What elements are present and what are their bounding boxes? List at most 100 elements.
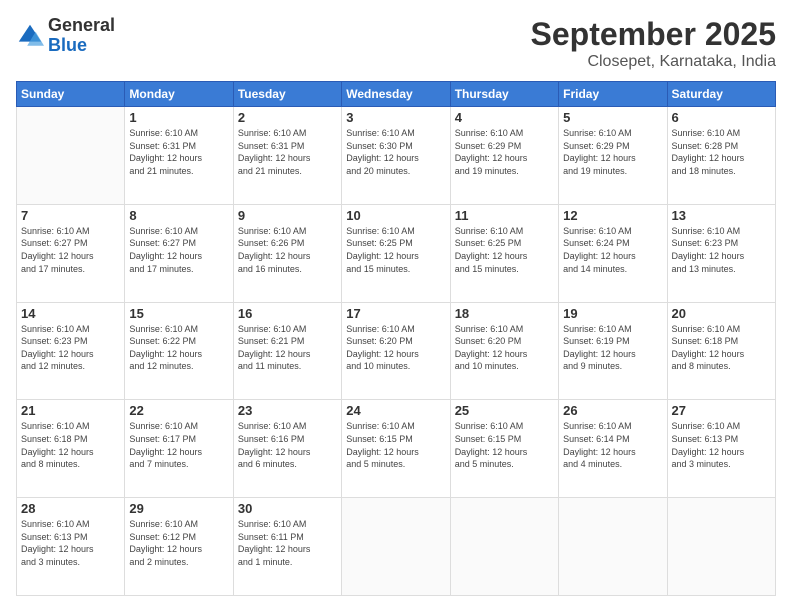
- page: General Blue September 2025 Closepet, Ka…: [0, 0, 792, 612]
- day-info: Sunrise: 6:10 AMSunset: 6:23 PMDaylight:…: [21, 323, 120, 373]
- day-info: Sunrise: 6:10 AMSunset: 6:25 PMDaylight:…: [346, 225, 445, 275]
- day-info: Sunrise: 6:10 AMSunset: 6:13 PMDaylight:…: [672, 420, 771, 470]
- day-info: Sunrise: 6:10 AMSunset: 6:26 PMDaylight:…: [238, 225, 337, 275]
- title-block: September 2025 Closepet, Karnataka, Indi…: [531, 16, 776, 71]
- day-number: 8: [129, 208, 228, 223]
- day-number: 29: [129, 501, 228, 516]
- calendar-week-row: 1 Sunrise: 6:10 AMSunset: 6:31 PMDaylight…: [17, 107, 776, 205]
- calendar-weekday-header: Tuesday: [233, 82, 341, 107]
- day-number: 18: [455, 306, 554, 321]
- day-info: Sunrise: 6:10 AMSunset: 6:14 PMDaylight:…: [563, 420, 662, 470]
- day-info: Sunrise: 6:10 AMSunset: 6:31 PMDaylight:…: [238, 127, 337, 177]
- day-number: 12: [563, 208, 662, 223]
- calendar-week-row: 14 Sunrise: 6:10 AMSunset: 6:23 PMDayligh…: [17, 302, 776, 400]
- calendar-cell: 14 Sunrise: 6:10 AMSunset: 6:23 PMDayligh…: [17, 302, 125, 400]
- day-info: Sunrise: 6:10 AMSunset: 6:25 PMDaylight:…: [455, 225, 554, 275]
- day-info: Sunrise: 6:10 AMSunset: 6:20 PMDaylight:…: [346, 323, 445, 373]
- month-title: September 2025: [531, 16, 776, 53]
- day-info: Sunrise: 6:10 AMSunset: 6:13 PMDaylight:…: [21, 518, 120, 568]
- day-number: 2: [238, 110, 337, 125]
- calendar-weekday-header: Sunday: [17, 82, 125, 107]
- day-number: 27: [672, 403, 771, 418]
- calendar-cell: 3Sunrise: 6:10 AMSunset: 6:30 PMDaylight…: [342, 107, 450, 205]
- calendar-cell: 29Sunrise: 6:10 AMSunset: 6:12 PMDayligh…: [125, 498, 233, 596]
- calendar-cell: 6Sunrise: 6:10 AMSunset: 6:28 PMDaylight…: [667, 107, 775, 205]
- calendar-week-row: 7 Sunrise: 6:10 AMSunset: 6:27 PMDaylight…: [17, 204, 776, 302]
- day-number: 21: [21, 403, 120, 418]
- calendar-cell: 2 Sunrise: 6:10 AMSunset: 6:31 PMDaylight…: [233, 107, 341, 205]
- calendar-cell: 23Sunrise: 6:10 AMSunset: 6:16 PMDayligh…: [233, 400, 341, 498]
- calendar-cell: [450, 498, 558, 596]
- day-number: 30: [238, 501, 337, 516]
- calendar-cell: 19 Sunrise: 6:10 AMSunset: 6:19 PMDayligh…: [559, 302, 667, 400]
- day-number: 24: [346, 403, 445, 418]
- day-number: 17: [346, 306, 445, 321]
- calendar-week-row: 28 Sunrise: 6:10 AMSunset: 6:13 PMDayligh…: [17, 498, 776, 596]
- calendar-header-row: SundayMondayTuesdayWednesdayThursdayFrid…: [17, 82, 776, 107]
- day-info: Sunrise: 6:10 AMSunset: 6:23 PMDaylight:…: [672, 225, 771, 275]
- calendar-weekday-header: Wednesday: [342, 82, 450, 107]
- logo-icon: [16, 22, 44, 50]
- day-number: 28: [21, 501, 120, 516]
- logo-general: General: [48, 16, 115, 36]
- day-info: Sunrise: 6:10 AMSunset: 6:11 PMDaylight:…: [238, 518, 337, 568]
- calendar-cell: 12 Sunrise: 6:10 AMSunset: 6:24 PMDayligh…: [559, 204, 667, 302]
- calendar-cell: 4Sunrise: 6:10 AMSunset: 6:29 PMDaylight…: [450, 107, 558, 205]
- calendar-cell: [17, 107, 125, 205]
- day-info: Sunrise: 6:10 AMSunset: 6:15 PMDaylight:…: [346, 420, 445, 470]
- calendar-cell: 1 Sunrise: 6:10 AMSunset: 6:31 PMDaylight…: [125, 107, 233, 205]
- day-number: 23: [238, 403, 337, 418]
- day-info: Sunrise: 6:10 AMSunset: 6:27 PMDaylight:…: [21, 225, 120, 275]
- calendar-cell: 5 Sunrise: 6:10 AMSunset: 6:29 PMDaylight…: [559, 107, 667, 205]
- day-number: 13: [672, 208, 771, 223]
- calendar-cell: 18Sunrise: 6:10 AMSunset: 6:20 PMDayligh…: [450, 302, 558, 400]
- day-number: 20: [672, 306, 771, 321]
- day-info: Sunrise: 6:10 AMSunset: 6:31 PMDaylight:…: [129, 127, 228, 177]
- calendar-cell: 22Sunrise: 6:10 AMSunset: 6:17 PMDayligh…: [125, 400, 233, 498]
- calendar-cell: 21Sunrise: 6:10 AMSunset: 6:18 PMDayligh…: [17, 400, 125, 498]
- day-info: Sunrise: 6:10 AMSunset: 6:28 PMDaylight:…: [672, 127, 771, 177]
- day-number: 7: [21, 208, 120, 223]
- day-number: 14: [21, 306, 120, 321]
- day-number: 22: [129, 403, 228, 418]
- calendar-cell: 8Sunrise: 6:10 AMSunset: 6:27 PMDaylight…: [125, 204, 233, 302]
- day-number: 25: [455, 403, 554, 418]
- day-number: 5: [563, 110, 662, 125]
- calendar-cell: 24 Sunrise: 6:10 AMSunset: 6:15 PMDayligh…: [342, 400, 450, 498]
- calendar-cell: 9 Sunrise: 6:10 AMSunset: 6:26 PMDaylight…: [233, 204, 341, 302]
- calendar-cell: 16Sunrise: 6:10 AMSunset: 6:21 PMDayligh…: [233, 302, 341, 400]
- calendar-cell: 27 Sunrise: 6:10 AMSunset: 6:13 PMDayligh…: [667, 400, 775, 498]
- calendar-week-row: 21Sunrise: 6:10 AMSunset: 6:18 PMDayligh…: [17, 400, 776, 498]
- calendar-cell: 11Sunrise: 6:10 AMSunset: 6:25 PMDayligh…: [450, 204, 558, 302]
- calendar-cell: 10 Sunrise: 6:10 AMSunset: 6:25 PMDayligh…: [342, 204, 450, 302]
- logo: General Blue: [16, 16, 115, 56]
- day-number: 10: [346, 208, 445, 223]
- day-number: 16: [238, 306, 337, 321]
- day-number: 4: [455, 110, 554, 125]
- day-info: Sunrise: 6:10 AMSunset: 6:29 PMDaylight:…: [563, 127, 662, 177]
- calendar-weekday-header: Saturday: [667, 82, 775, 107]
- calendar-cell: 26Sunrise: 6:10 AMSunset: 6:14 PMDayligh…: [559, 400, 667, 498]
- day-info: Sunrise: 6:10 AMSunset: 6:24 PMDaylight:…: [563, 225, 662, 275]
- calendar-cell: 13 Sunrise: 6:10 AMSunset: 6:23 PMDayligh…: [667, 204, 775, 302]
- logo-text: General Blue: [48, 16, 115, 56]
- calendar-cell: 17 Sunrise: 6:10 AMSunset: 6:20 PMDayligh…: [342, 302, 450, 400]
- day-info: Sunrise: 6:10 AMSunset: 6:15 PMDaylight:…: [455, 420, 554, 470]
- calendar-cell: 15Sunrise: 6:10 AMSunset: 6:22 PMDayligh…: [125, 302, 233, 400]
- day-number: 15: [129, 306, 228, 321]
- calendar-cell: [342, 498, 450, 596]
- logo-blue: Blue: [48, 36, 115, 56]
- day-info: Sunrise: 6:10 AMSunset: 6:30 PMDaylight:…: [346, 127, 445, 177]
- calendar-cell: 25 Sunrise: 6:10 AMSunset: 6:15 PMDayligh…: [450, 400, 558, 498]
- calendar-cell: 28 Sunrise: 6:10 AMSunset: 6:13 PMDayligh…: [17, 498, 125, 596]
- header: General Blue September 2025 Closepet, Ka…: [16, 16, 776, 71]
- calendar-cell: 30 Sunrise: 6:10 AMSunset: 6:11 PMDayligh…: [233, 498, 341, 596]
- day-number: 9: [238, 208, 337, 223]
- day-number: 1: [129, 110, 228, 125]
- calendar-cell: 7 Sunrise: 6:10 AMSunset: 6:27 PMDaylight…: [17, 204, 125, 302]
- day-info: Sunrise: 6:10 AMSunset: 6:18 PMDaylight:…: [672, 323, 771, 373]
- day-info: Sunrise: 6:10 AMSunset: 6:19 PMDaylight:…: [563, 323, 662, 373]
- calendar-cell: 20 Sunrise: 6:10 AMSunset: 6:18 PMDayligh…: [667, 302, 775, 400]
- calendar-table: SundayMondayTuesdayWednesdayThursdayFrid…: [16, 81, 776, 596]
- day-number: 19: [563, 306, 662, 321]
